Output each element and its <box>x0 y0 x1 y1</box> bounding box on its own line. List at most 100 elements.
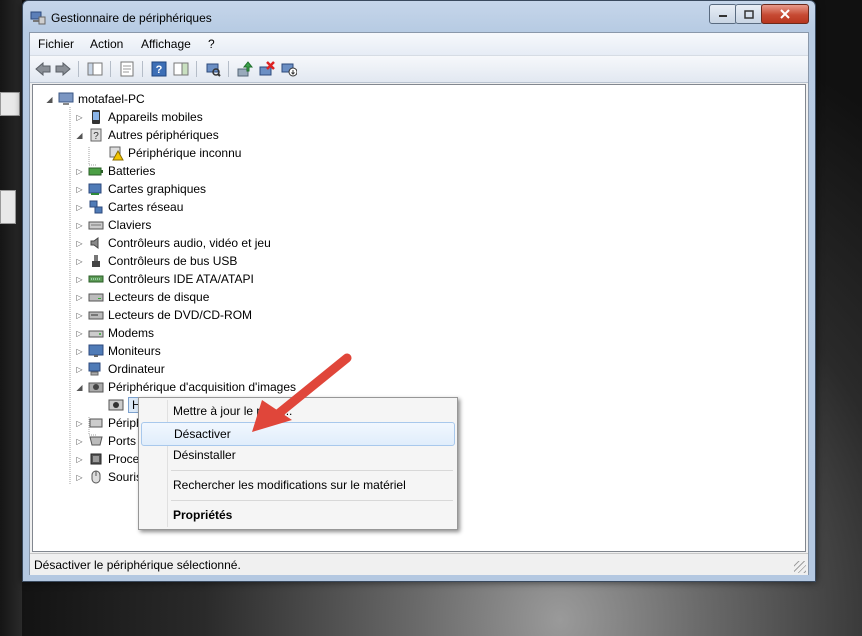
show-hide-console-tree-button[interactable] <box>86 60 104 78</box>
mobile-device-icon <box>88 109 104 125</box>
tree-item-label: Contrôleurs IDE ATA/ATAPI <box>108 272 254 286</box>
forward-button[interactable] <box>54 60 72 78</box>
status-bar: Désactiver le périphérique sélectionné. <box>30 553 808 575</box>
tree-item[interactable]: ▷ Appareils mobiles <box>75 108 203 126</box>
update-driver-button[interactable] <box>236 60 254 78</box>
back-button[interactable] <box>34 60 52 78</box>
menu-item-label: Désinstaller <box>173 448 236 462</box>
expand-icon[interactable]: ▷ <box>75 311 84 320</box>
device-manager-icon <box>30 11 46 25</box>
menu-item-uninstall[interactable]: Désinstaller <box>141 444 453 466</box>
expand-icon[interactable]: ▷ <box>75 437 84 446</box>
expand-icon[interactable]: ▷ <box>75 203 84 212</box>
menu-item-update-driver[interactable]: Mettre à jour le pi...e... <box>141 400 453 422</box>
tree-item[interactable]: ▷ Lecteurs de disque <box>75 288 209 306</box>
webcam-icon <box>108 397 124 413</box>
warning-device-icon <box>108 145 124 161</box>
expand-icon[interactable]: ▷ <box>75 185 84 194</box>
hid-icon <box>88 415 104 431</box>
mouse-icon <box>88 469 104 485</box>
menu-action[interactable]: Action <box>86 37 127 51</box>
expand-icon[interactable]: ▷ <box>75 473 84 482</box>
tree-item-label: Batteries <box>108 164 156 178</box>
tree-item[interactable]: ▷ Cartes graphiques <box>75 180 206 198</box>
menu-bar: Fichier Action Affichage ? <box>30 33 808 56</box>
tree-item-label: Cartes graphiques <box>108 182 207 196</box>
help-toolbar-button[interactable]: ? <box>150 60 168 78</box>
menu-item-scan-hardware[interactable]: Rechercher les modifications sur le maté… <box>141 474 453 496</box>
uninstall-button[interactable] <box>258 60 276 78</box>
speaker-icon <box>88 235 104 251</box>
status-text: Désactiver le périphérique sélectionné. <box>34 558 241 572</box>
properties-toolbar-button[interactable] <box>118 60 136 78</box>
camera-icon <box>88 379 104 395</box>
svg-text:?: ? <box>156 64 163 76</box>
console-tree-icon <box>87 62 103 76</box>
tree-item[interactable]: ▷ Contrôleurs audio, vidéo et jeu <box>75 234 270 252</box>
minimize-button[interactable] <box>709 4 737 24</box>
tree-item-label: Claviers <box>108 218 152 232</box>
toolbar-separator <box>142 61 143 77</box>
tree-item-label: Contrôleurs de bus USB <box>108 254 238 268</box>
expand-icon[interactable]: ▷ <box>75 239 84 248</box>
menu-item-disable[interactable]: Désactiver <box>141 422 455 446</box>
resize-grip[interactable] <box>794 561 806 573</box>
tree-item[interactable]: ▷ Claviers <box>75 216 151 234</box>
update-driver-icon <box>237 61 253 77</box>
expand-icon[interactable]: ▷ <box>75 293 84 302</box>
menu-separator <box>171 470 453 471</box>
tree-item[interactable]: ▷ Ordinateur <box>75 360 164 378</box>
scan-hardware-button[interactable] <box>204 60 222 78</box>
port-icon <box>88 433 104 449</box>
expand-icon[interactable]: ▷ <box>75 329 84 338</box>
tree-item[interactable]: Périphérique inconnu <box>95 144 241 162</box>
tree-root[interactable]: ◢ motafael-PC <box>45 90 145 108</box>
tree-item[interactable]: ◢? Autres périphériques <box>75 126 219 144</box>
properties-sheet-icon <box>120 61 134 77</box>
maximize-button[interactable] <box>735 4 763 24</box>
disable-device-icon <box>281 63 297 77</box>
scan-hardware-icon <box>206 63 221 77</box>
disk-drive-icon <box>88 289 104 305</box>
dvd-drive-icon <box>88 307 104 323</box>
help-icon: ? <box>151 61 167 77</box>
collapse-icon[interactable]: ◢ <box>75 383 84 392</box>
tree-item[interactable]: ▷ Moniteurs <box>75 342 160 360</box>
close-button[interactable] <box>761 4 809 24</box>
tree-item-label: Autres périphériques <box>108 128 219 142</box>
tree-item-label: Périphérique d'acquisition d'images <box>108 380 297 394</box>
menu-item-label: Mettre à jour le pi...e... <box>173 404 293 418</box>
monitor-icon <box>88 343 104 359</box>
expand-icon[interactable]: ▷ <box>75 347 84 356</box>
title-bar[interactable]: Gestionnaire de périphériques <box>23 1 815 33</box>
tree-root-label: motafael-PC <box>78 92 145 106</box>
menu-fichier[interactable]: Fichier <box>34 37 78 51</box>
expand-icon[interactable]: ▷ <box>75 221 84 230</box>
show-pane-button[interactable] <box>172 60 190 78</box>
window-title: Gestionnaire de périphériques <box>51 11 212 25</box>
tree-item-label: Cartes réseau <box>108 200 184 214</box>
expand-icon[interactable]: ▷ <box>75 167 84 176</box>
tree-item[interactable]: ▷ Contrôleurs IDE ATA/ATAPI <box>75 270 254 288</box>
expand-icon[interactable]: ▷ <box>75 257 84 266</box>
menu-item-label: Propriétés <box>173 508 233 522</box>
tree-item[interactable]: ▷ Lecteurs de DVD/CD-ROM <box>75 306 252 324</box>
expand-icon[interactable]: ▷ <box>75 455 84 464</box>
tree-item[interactable]: ▷ Modems <box>75 324 154 342</box>
disable-button[interactable] <box>280 60 298 78</box>
expand-icon[interactable]: ▷ <box>75 365 84 374</box>
tree-item[interactable]: ▷ Contrôleurs de bus USB <box>75 252 237 270</box>
network-adapter-icon <box>88 199 104 215</box>
expand-icon[interactable]: ▷ <box>75 419 84 428</box>
tree-item[interactable]: ▷ Cartes réseau <box>75 198 183 216</box>
expand-icon[interactable]: ▷ <box>75 275 84 284</box>
menu-affichage[interactable]: Affichage <box>137 37 195 51</box>
menu-item-properties[interactable]: Propriétés <box>141 504 453 526</box>
collapse-icon[interactable]: ◢ <box>45 95 54 104</box>
menu-item-label: Désactiver <box>174 427 231 441</box>
tree-item[interactable]: ◢ Périphérique d'acquisition d'images <box>75 378 296 396</box>
expand-icon[interactable]: ▷ <box>75 113 84 122</box>
collapse-icon[interactable]: ◢ <box>75 131 84 140</box>
tree-item[interactable]: ▷ Batteries <box>75 162 155 180</box>
menu-help[interactable]: ? <box>204 37 219 51</box>
